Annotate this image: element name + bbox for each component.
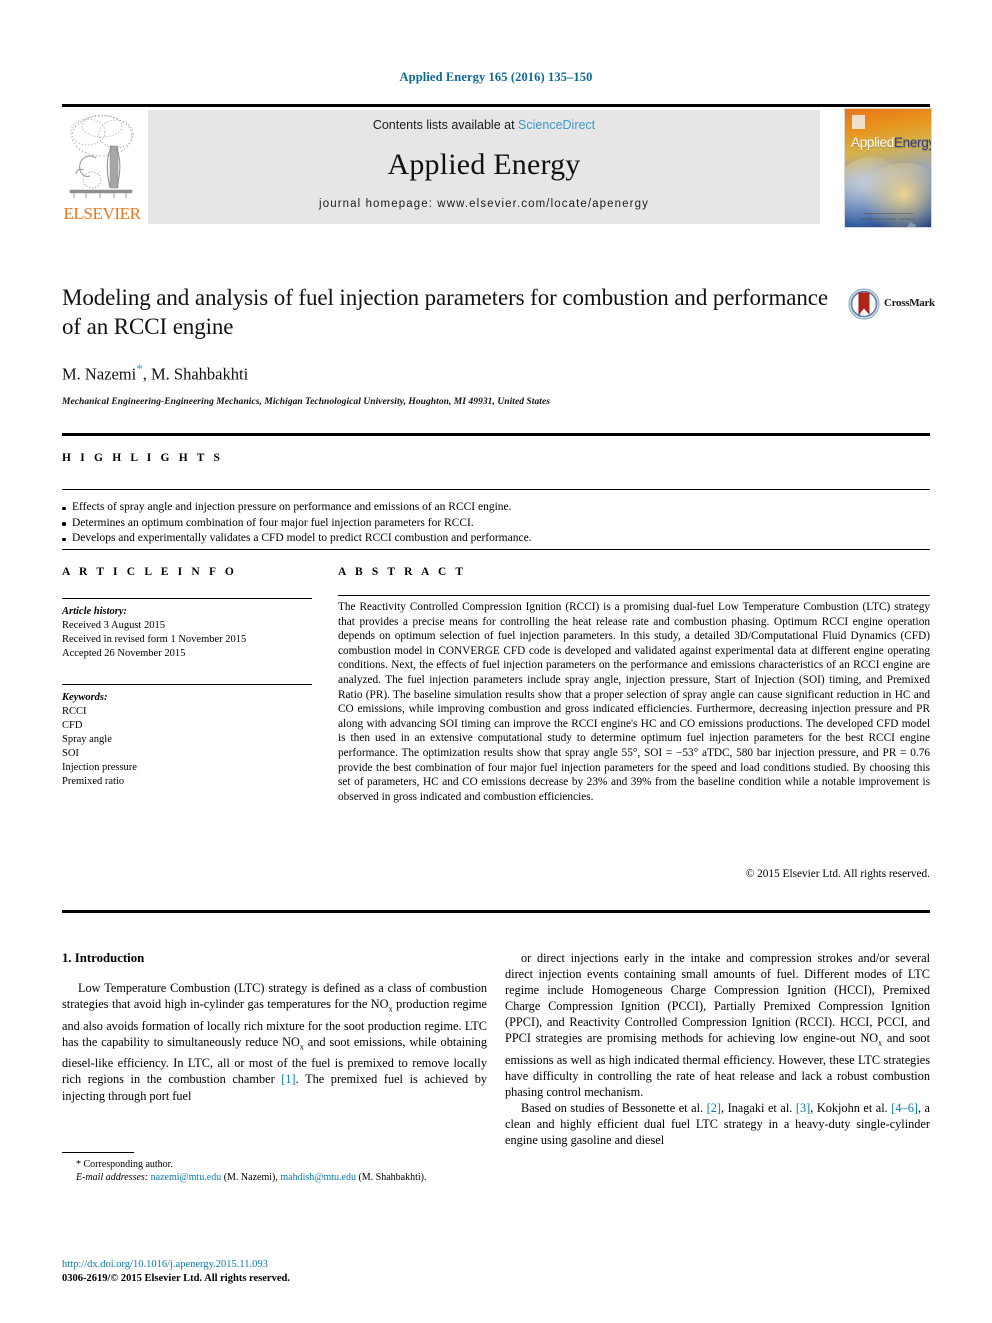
section-heading-introduction: 1. Introduction xyxy=(62,951,145,965)
keyword-item: Injection pressure xyxy=(62,762,137,773)
list-item: Determines an optimum combination of fou… xyxy=(62,516,930,532)
highlights-bottom-rule xyxy=(62,549,930,550)
citation-link[interactable]: [3] xyxy=(796,1101,810,1115)
body-paragraph: or direct injections early in the intake… xyxy=(505,950,930,1100)
journal-masthead: ELSEVIER Contents lists available at Sci… xyxy=(62,108,932,228)
cover-elsevier-mark-icon xyxy=(852,115,865,129)
elsevier-logo: ELSEVIER xyxy=(62,108,142,226)
abstract-rights: © 2015 Elsevier Ltd. All rights reserved… xyxy=(745,868,930,880)
footnote-rule xyxy=(62,1152,134,1154)
journal-band: Contents lists available at ScienceDirec… xyxy=(148,110,820,224)
author-list: M. Nazemi*, M. Shahbakhti xyxy=(62,361,832,385)
issn-copyright-line: 0306-2619/© 2015 Elsevier Ltd. All right… xyxy=(62,1273,290,1284)
body-paragraph: Low Temperature Combustion (LTC) strateg… xyxy=(62,980,487,1104)
highlights-list: Effects of spray angle and injection pre… xyxy=(62,500,930,547)
email-link-2[interactable]: mahdish@mtu.edu xyxy=(280,1172,356,1183)
journal-title: Applied Energy xyxy=(387,148,581,181)
running-head: Applied Energy 165 (2016) 135–150 xyxy=(399,70,593,84)
contents-available-line: Contents lists available at ScienceDirec… xyxy=(148,118,820,132)
cover-title-energy: Energy xyxy=(893,135,932,150)
abstract-underline-rule xyxy=(338,595,930,596)
keywords-top-rule xyxy=(62,684,312,685)
para-text-a: Based on studies of Bessonette et al. xyxy=(521,1101,707,1116)
keyword-item: Spray angle xyxy=(62,734,112,745)
author-1: M. Nazemi xyxy=(62,364,137,384)
article-info-underline-rule xyxy=(62,598,312,599)
para-text-c: , Kokjohn et al. xyxy=(810,1101,892,1116)
contents-prefix: Contents lists available at xyxy=(372,118,515,132)
doi-link[interactable]: http://dx.doi.org/10.1016/j.apenergy.201… xyxy=(62,1258,487,1272)
body-paragraph: Based on studies of Bessonette et al. [2… xyxy=(505,1100,930,1148)
list-item: Develops and experimentally validates a … xyxy=(62,531,930,547)
crossmark-label: CrossMark xyxy=(884,297,935,309)
highlights-underline-rule xyxy=(62,489,930,490)
masthead-top-rule xyxy=(62,104,930,107)
crossmark-icon xyxy=(848,288,880,320)
email-addresses-note: E-mail addresses: nazemi@mtu.edu (M. Naz… xyxy=(76,1172,427,1184)
article-history-received: Received 3 August 2015 xyxy=(62,620,165,631)
body-column-left: 1. Introduction Low Temperature Combusti… xyxy=(62,950,487,1104)
article-history-header: Article history: xyxy=(62,606,128,617)
keywords-header: Keywords: xyxy=(62,692,108,703)
keyword-item: SOI xyxy=(62,748,79,759)
email-label: E-mail addresses: xyxy=(76,1172,149,1184)
cover-title-applied: Applied xyxy=(851,135,894,150)
article-history-block: Article history: Received 3 August 2015 … xyxy=(62,605,312,661)
page-title: Modeling and analysis of fuel injection … xyxy=(62,285,828,339)
keyword-item: RCCI xyxy=(62,706,87,717)
citation-link[interactable]: [2] xyxy=(707,1101,721,1115)
title-block: Modeling and analysis of fuel injection … xyxy=(62,283,832,407)
journal-cover-image: AppliedEnergy AN INTERNATIONAL JOURNAL xyxy=(844,108,932,228)
journal-homepage-link[interactable]: journal homepage: www.elsevier.com/locat… xyxy=(148,198,820,210)
list-item: Effects of spray angle and injection pre… xyxy=(62,500,930,516)
article-info-label: A R T I C L E I N F O xyxy=(62,566,237,578)
email-link-1[interactable]: nazemi@mtu.edu xyxy=(151,1172,222,1183)
cover-title: AppliedEnergy xyxy=(851,135,932,150)
para-text-b: , Inagaki et al. xyxy=(720,1101,796,1116)
citation-link[interactable]: [1] xyxy=(281,1072,295,1086)
email-name-2: (M. Shahbakhti). xyxy=(358,1172,427,1184)
crossmark-badge[interactable]: CrossMark xyxy=(848,288,940,322)
paper-page: Applied Energy 165 (2016) 135–150 ELSEVI… xyxy=(0,0,992,1323)
email-name-1: (M. Nazemi) xyxy=(223,1172,276,1184)
corresponding-author-note: * Corresponding author. xyxy=(76,1159,173,1170)
body-top-rule xyxy=(62,910,930,913)
para-text-a: or direct injections early in the intake… xyxy=(505,951,930,1046)
affiliation: Mechanical Engineering-Engineering Mecha… xyxy=(62,396,550,407)
highlights-top-rule xyxy=(62,433,930,436)
keywords-block: Keywords: RCCI CFD Spray angle SOI Injec… xyxy=(62,691,312,789)
cover-footer-text: AN INTERNATIONAL JOURNAL xyxy=(859,217,917,221)
body-column-right: or direct injections early in the intake… xyxy=(505,950,930,1149)
keyword-item: Premixed ratio xyxy=(62,776,125,787)
article-history-revised: Received in revised form 1 November 2015 xyxy=(62,634,247,645)
sciencedirect-link[interactable]: ScienceDirect xyxy=(518,118,595,132)
abstract-text: The Reactivity Controlled Compression Ig… xyxy=(338,601,930,803)
doi-block: http://dx.doi.org/10.1016/j.apenergy.201… xyxy=(62,1258,487,1286)
citation-link[interactable]: [4–6] xyxy=(891,1101,918,1115)
author-2: , M. Shahbakhti xyxy=(142,364,249,384)
article-history-accepted: Accepted 26 November 2015 xyxy=(62,648,186,659)
elsevier-wordmark: ELSEVIER xyxy=(63,204,141,223)
cover-footer-rule xyxy=(863,213,913,214)
abstract-label: A B S T R A C T xyxy=(338,566,467,578)
elsevier-tree-icon xyxy=(69,114,134,198)
footnote-block: * Corresponding author. E-mail addresses… xyxy=(62,1158,487,1184)
highlights-label: H I G H L I G H T S xyxy=(62,452,224,464)
keyword-item: CFD xyxy=(62,720,83,731)
